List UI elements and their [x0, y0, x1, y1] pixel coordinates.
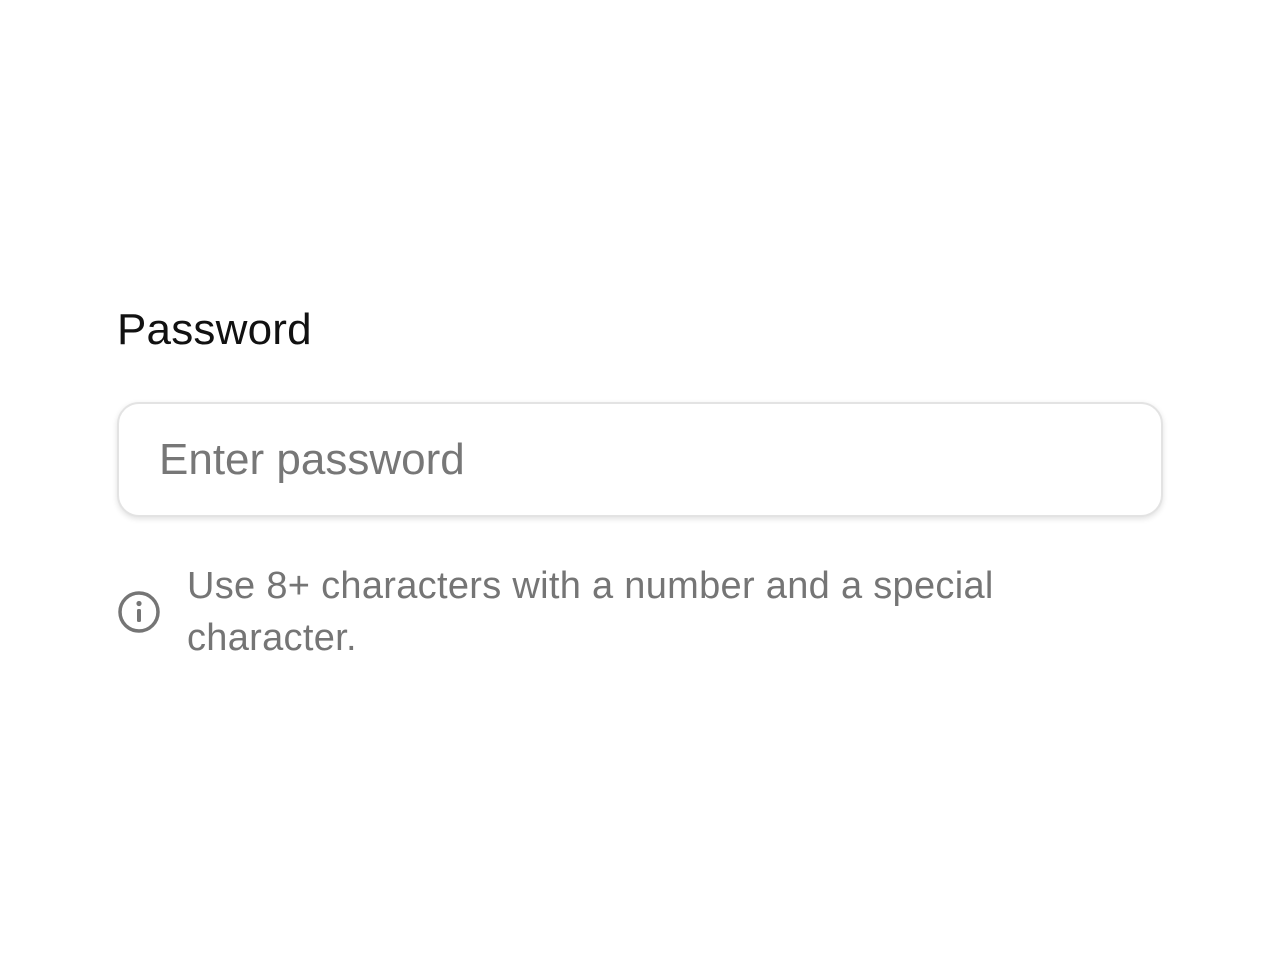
password-helper-text: Use 8+ characters with a number and a sp…	[187, 565, 994, 659]
page: Password Use 8+ characters with a number…	[0, 0, 1280, 960]
password-helper: Use 8+ characters with a number and a sp…	[117, 560, 1117, 664]
password-field: Password Use 8+ characters with a number…	[117, 300, 1163, 659]
password-input[interactable]	[119, 404, 1161, 515]
password-label: Password	[117, 305, 312, 354]
password-input-container	[117, 402, 1163, 517]
info-icon	[117, 590, 161, 634]
